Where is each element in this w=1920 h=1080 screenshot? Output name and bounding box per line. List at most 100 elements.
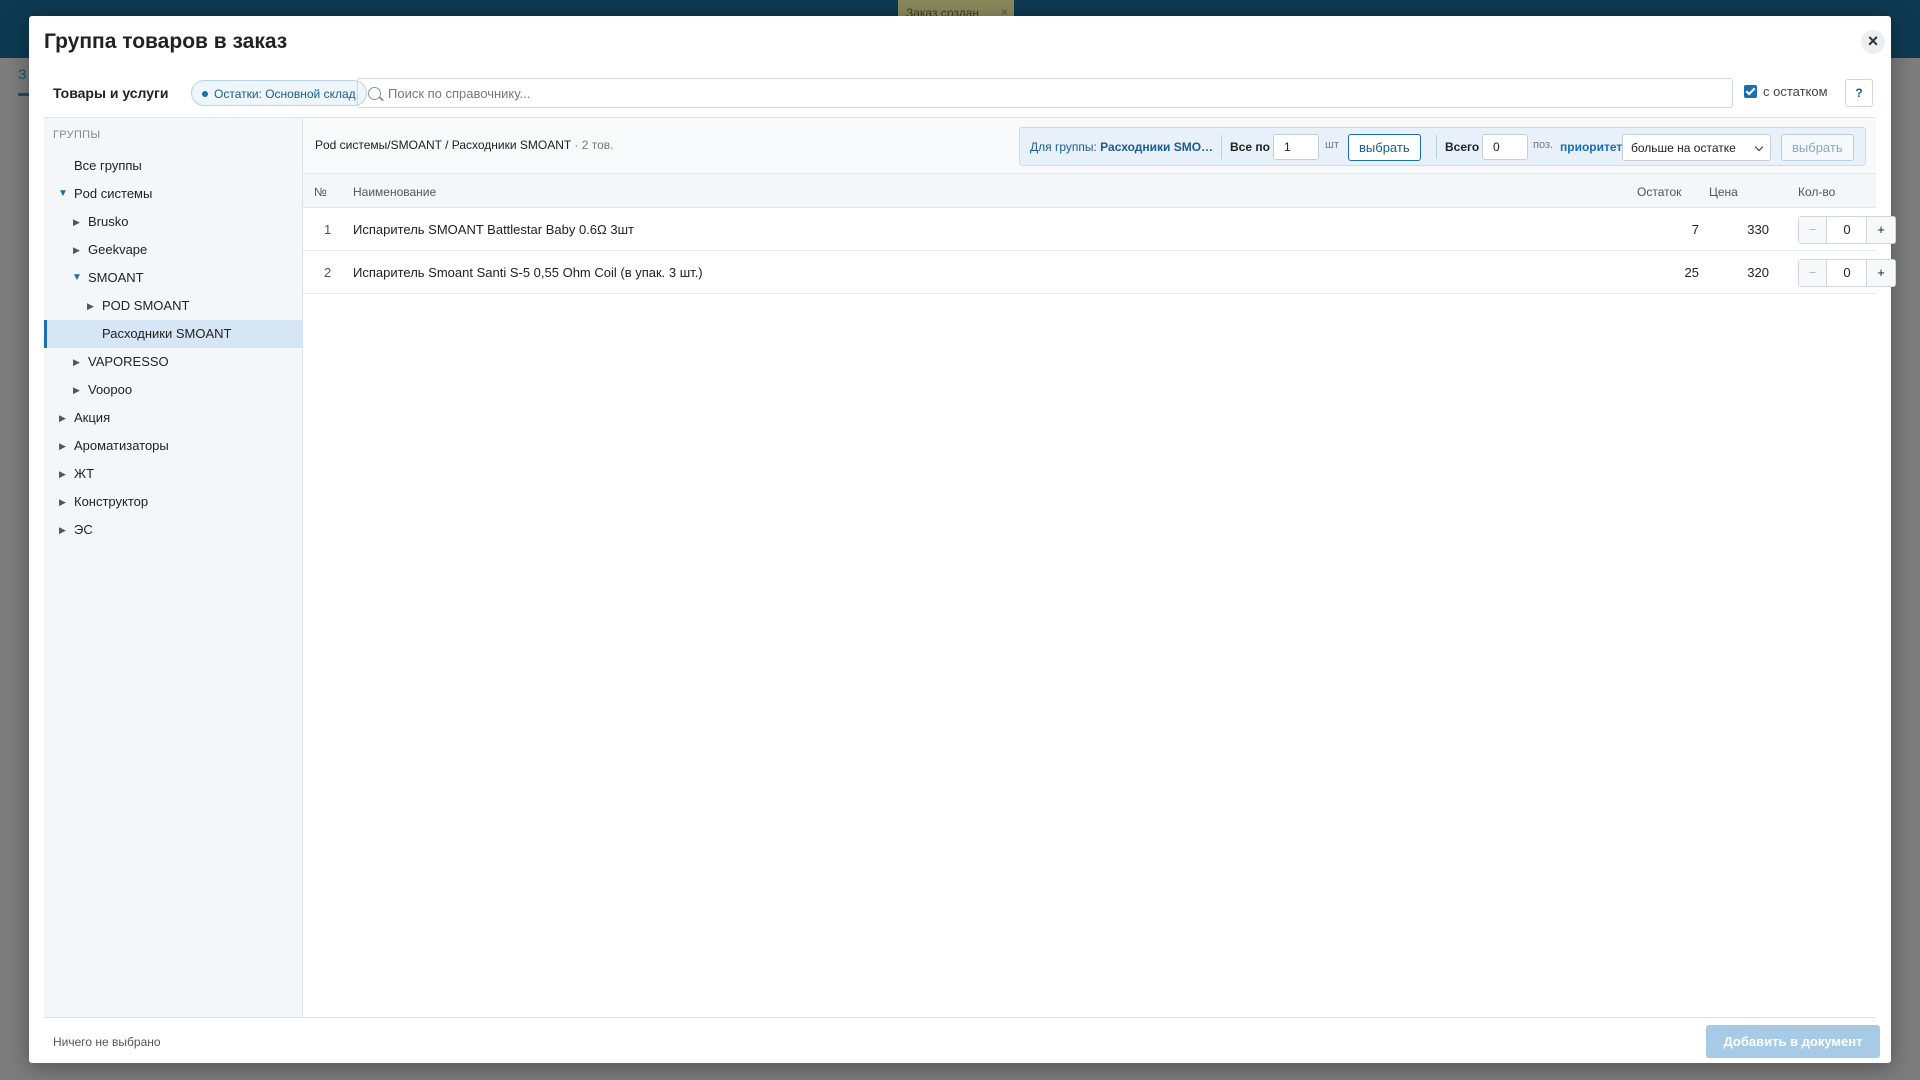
tree-item-label: Все группы — [74, 158, 142, 173]
group-to-order-dialog: Группа товаров в заказ × Товары и услуги… — [29, 16, 1896, 1063]
breadcrumb-path: Pod системы/SMOANT / Расходники SMOANT — [315, 138, 572, 152]
row-number: 1 — [324, 222, 332, 237]
close-icon[interactable]: × — [1861, 30, 1885, 54]
price-value: 320 — [1747, 265, 1769, 280]
tree-item-label: ЖТ — [74, 466, 95, 481]
for-group-name: Расходники SMO… — [1100, 140, 1214, 154]
product-name: Испаритель Smoant Santi S-5 0,55 Ohm Coi… — [353, 265, 703, 280]
tree-item-label: VAPORESSO — [88, 354, 169, 369]
table-row[interactable]: 2 Испаритель Smoant Santi S-5 0,55 Ohm C… — [303, 251, 1896, 294]
increase-button[interactable]: + — [1866, 260, 1895, 286]
row-number: 2 — [324, 265, 332, 280]
tree-item-label: POD SMOANT — [102, 298, 190, 313]
quantity-value[interactable]: 0 — [1827, 217, 1867, 243]
column-header-stock[interactable]: Остаток — [1637, 185, 1681, 199]
priority-select-value: больше на остатке — [1631, 141, 1736, 155]
toolbar: Товары и услуги Остатки: Основной склад … — [44, 76, 1876, 110]
divider — [1436, 135, 1437, 159]
tree-item-promo[interactable]: ▶ Акция — [44, 404, 303, 432]
tree-item-label: Voopoo — [88, 382, 133, 397]
tree-item-pod-smoant[interactable]: ▶ POD SMOANT — [44, 292, 303, 320]
help-button[interactable]: ? — [1845, 79, 1873, 107]
dialog-footer: Ничего не выбрано Добавить в документ — [44, 1017, 1880, 1063]
search-icon — [368, 87, 381, 100]
priority-select[interactable]: больше на остатке — [1622, 134, 1771, 161]
chevron-right-icon[interactable]: ▶ — [73, 376, 80, 404]
tree-item-vaporesso[interactable]: ▶ VAPORESSO — [44, 348, 303, 376]
price-value: 330 — [1747, 222, 1769, 237]
tree-item-pod-systems[interactable]: ▼ Pod системы — [44, 180, 303, 208]
tree-item-label: Brusko — [88, 214, 129, 229]
all-by-label: Все по — [1230, 140, 1270, 154]
tree-item-voopoo[interactable]: ▶ Voopoo — [44, 376, 303, 404]
products-table-header: № Наименование Остаток Цена Кол-во — [303, 174, 1876, 208]
with-stock-label: с остатком — [1763, 84, 1828, 99]
all-by-quantity-input[interactable] — [1273, 134, 1319, 160]
tree-item-smoant[interactable]: ▼ SMOANT — [44, 264, 303, 292]
chevron-right-icon[interactable]: ▶ — [73, 236, 80, 264]
tree-item-flavors[interactable]: ▶ Ароматизаторы — [44, 432, 303, 460]
chevron-right-icon[interactable]: ▶ — [59, 488, 66, 516]
table-row[interactable]: 1 Испаритель SMOANT Battlestar Baby 0.6Ω… — [303, 208, 1896, 251]
for-group-prefix: Для группы: — [1030, 140, 1101, 154]
tree-item-es[interactable]: ▶ ЭС — [44, 516, 303, 544]
tree-item-brusko[interactable]: ▶ Brusko — [44, 208, 303, 236]
quantity-stepper: − 0 + — [1798, 216, 1896, 244]
tree-item-smoant-consumables[interactable]: Расходники SMOANT — [44, 320, 303, 348]
total-label: Всего — [1445, 140, 1480, 154]
column-header-name[interactable]: Наименование — [353, 185, 436, 199]
tree-item-all-groups[interactable]: Все группы — [44, 152, 303, 180]
dialog-title: Группа товаров в заказ — [44, 30, 288, 53]
groups-heading: ГРУППЫ — [53, 129, 101, 141]
selection-status: Ничего не выбрано — [53, 1035, 161, 1049]
chevron-right-icon[interactable]: ▶ — [73, 348, 80, 376]
priority-label: приоритет — [1560, 140, 1623, 154]
product-name: Испаритель SMOANT Battlestar Baby 0.6Ω 3… — [353, 222, 634, 237]
add-to-document-button[interactable]: Добавить в документ — [1706, 1025, 1880, 1058]
chevron-right-icon[interactable]: ▶ — [59, 404, 66, 432]
column-header-price[interactable]: Цена — [1709, 185, 1738, 199]
chevron-right-icon[interactable]: ▶ — [59, 516, 66, 544]
tree-item-label: ЭС — [74, 522, 93, 537]
tree-item-geekvape[interactable]: ▶ Geekvape — [44, 236, 303, 264]
tree-item-zht[interactable]: ▶ ЖТ — [44, 460, 303, 488]
tree-item-label: Geekvape — [88, 242, 148, 257]
search-box — [357, 78, 1733, 108]
chevron-right-icon[interactable]: ▶ — [87, 292, 94, 320]
tree-item-constructor[interactable]: ▶ Конструктор — [44, 488, 303, 516]
increase-button[interactable]: + — [1866, 217, 1895, 243]
positions-unit-label: поз. — [1533, 139, 1554, 151]
chevron-down-icon[interactable]: ▼ — [58, 180, 68, 208]
chevron-right-icon[interactable]: ▶ — [73, 208, 80, 236]
decrease-button[interactable]: − — [1799, 260, 1827, 286]
divider — [1221, 135, 1222, 159]
quantity-value[interactable]: 0 — [1827, 260, 1867, 286]
tree-item-label: Конструктор — [74, 494, 149, 509]
product-count: · 2 тов. — [571, 138, 614, 152]
select-total-button[interactable]: выбрать — [1781, 134, 1854, 161]
breadcrumb: Pod системы/SMOANT / Расходники SMOANT ·… — [315, 138, 613, 152]
tree-item-label: Акция — [74, 410, 111, 425]
stock-value: 7 — [1691, 222, 1699, 237]
total-positions-input[interactable] — [1482, 134, 1528, 160]
select-all-by-button[interactable]: выбрать — [1348, 134, 1421, 161]
chevron-right-icon[interactable]: ▶ — [59, 460, 66, 488]
stock-warehouse-pill[interactable]: Остатки: Основной склад — [191, 80, 367, 106]
tree-item-label: Ароматизаторы — [74, 438, 169, 453]
chevron-right-icon[interactable]: ▶ — [59, 432, 66, 460]
with-stock-checkbox[interactable] — [1744, 85, 1757, 98]
products-panel: Pod системы/SMOANT / Расходники SMOANT ·… — [303, 117, 1896, 1018]
with-stock-toggle[interactable]: с остатком — [1744, 84, 1828, 99]
catalog-label: Товары и услуги — [53, 85, 169, 101]
groups-sidebar: ГРУППЫ Все группы ▼ Pod системы ▶ Brusko… — [44, 117, 303, 1018]
column-header-num: № — [314, 185, 327, 199]
chevron-down-icon[interactable]: ▼ — [72, 264, 82, 292]
group-bulk-select-panel: Для группы: Расходники SMO… Все по шт вы… — [1019, 127, 1866, 166]
search-input[interactable] — [388, 79, 1718, 107]
decrease-button[interactable]: − — [1799, 217, 1827, 243]
column-header-qty: Кол-во — [1798, 185, 1836, 199]
groups-tree: Все группы ▼ Pod системы ▶ Brusko ▶ Geek… — [44, 152, 303, 544]
tree-item-label: SMOANT — [88, 270, 144, 285]
stock-value: 25 — [1684, 265, 1699, 280]
for-group-label: Для группы: Расходники SMO… — [1030, 140, 1213, 154]
